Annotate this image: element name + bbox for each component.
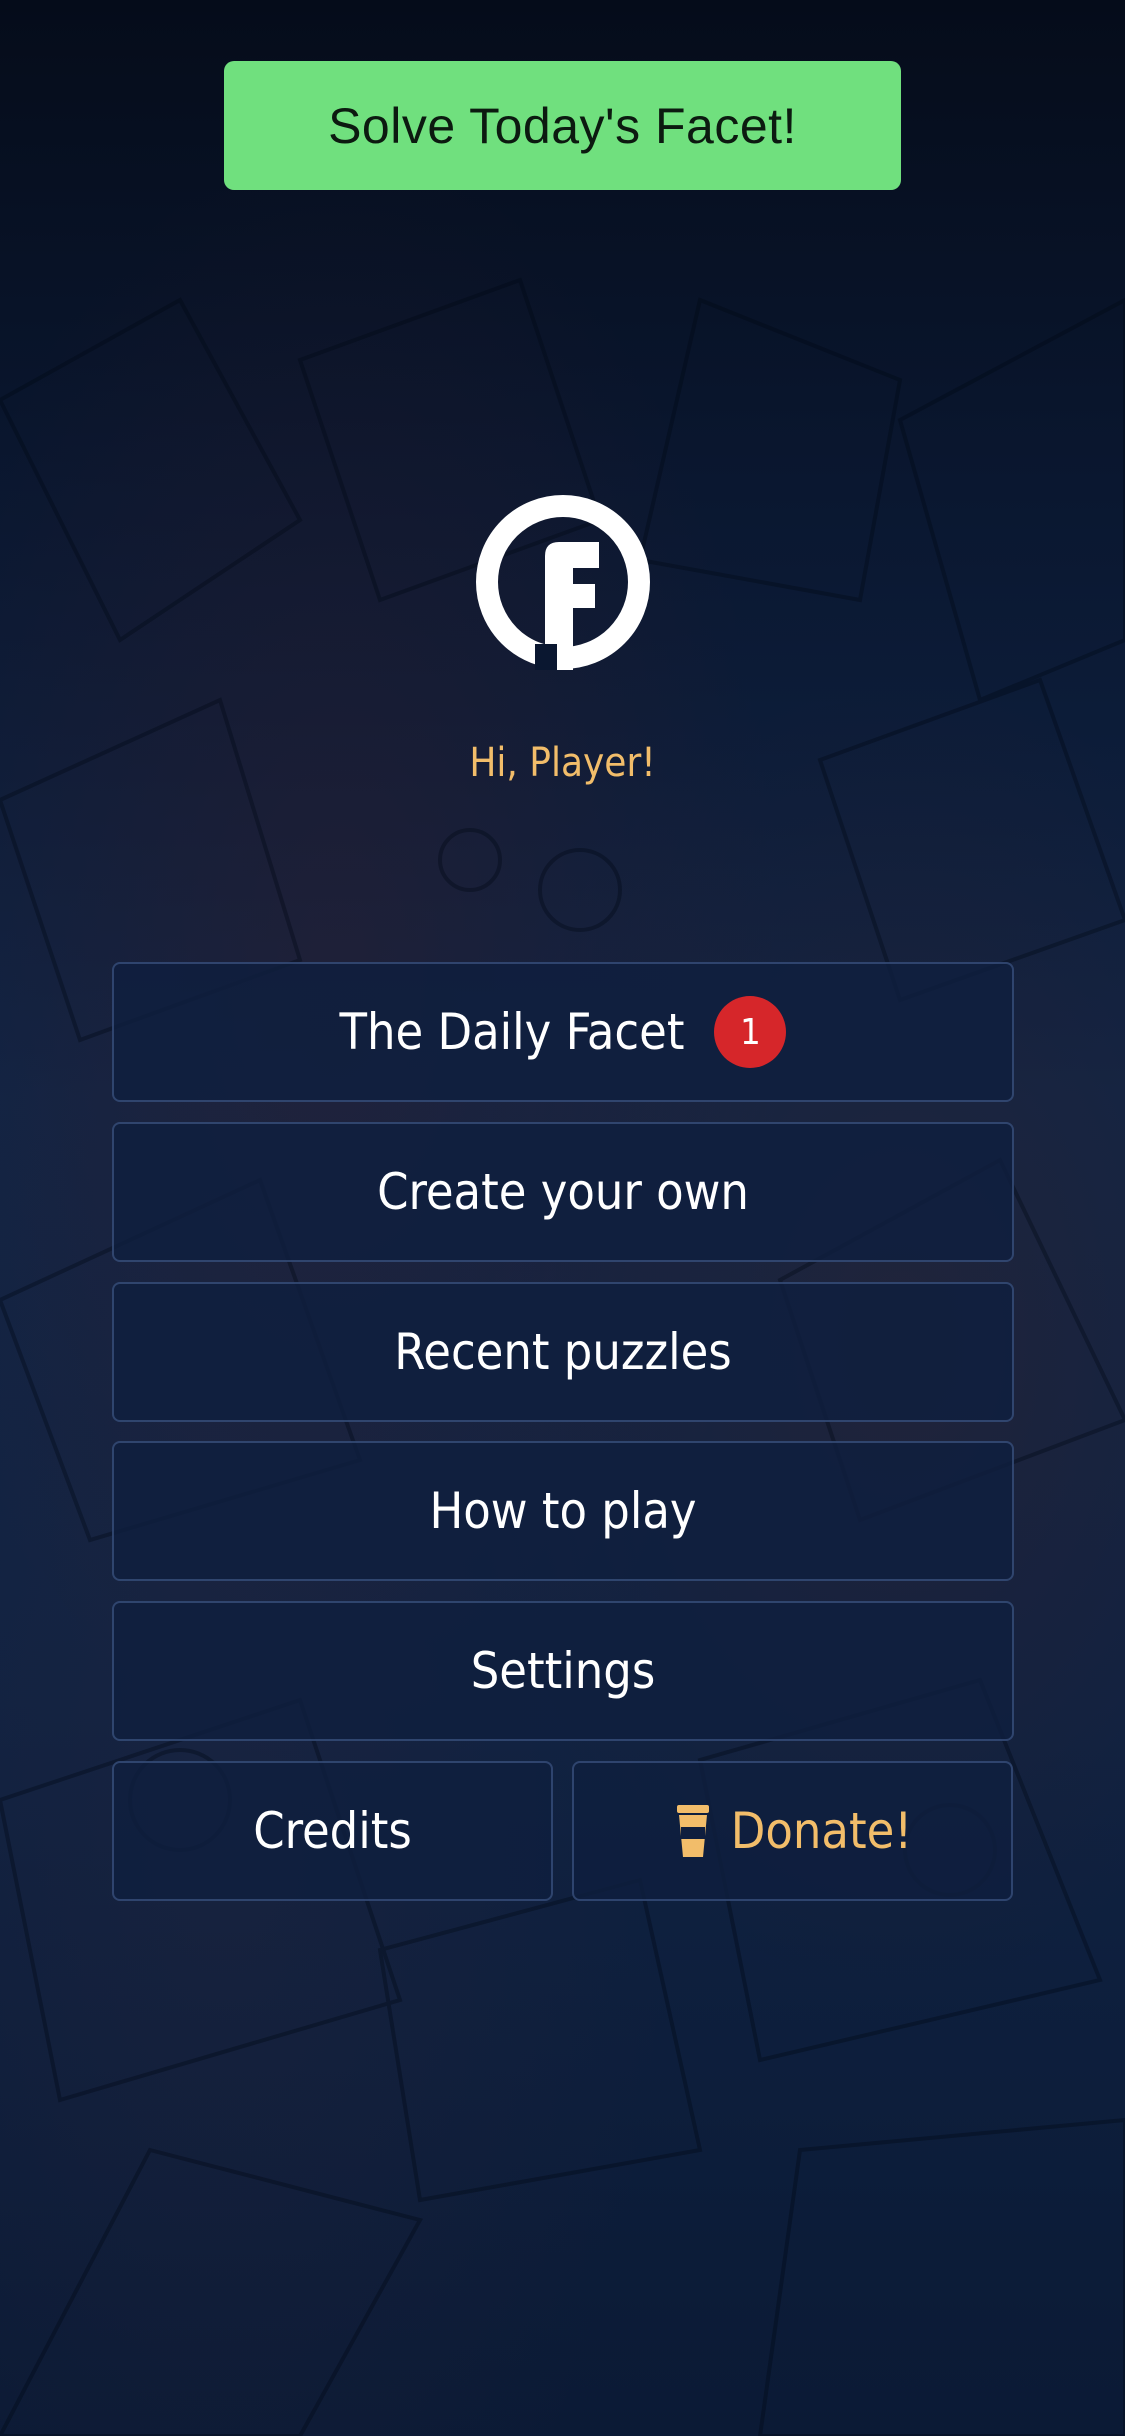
- settings-label: Settings: [470, 1642, 656, 1700]
- daily-facet-button[interactable]: The Daily Facet 1: [112, 962, 1014, 1102]
- how-to-play-button[interactable]: How to play: [112, 1441, 1014, 1581]
- greeting-text: Hi, Player!: [469, 740, 656, 786]
- how-to-play-label: How to play: [429, 1482, 697, 1540]
- recent-puzzles-button[interactable]: Recent puzzles: [112, 1282, 1014, 1422]
- facet-logo-icon: [476, 495, 650, 670]
- donate-label: Donate!: [730, 1802, 913, 1860]
- daily-facet-label: The Daily Facet: [339, 1003, 685, 1061]
- credits-button[interactable]: Credits: [112, 1761, 553, 1901]
- donate-button[interactable]: Donate!: [572, 1761, 1013, 1901]
- solve-today-button[interactable]: Solve Today's Facet!: [224, 61, 901, 190]
- coffee-cup-icon: [676, 1805, 709, 1857]
- notification-badge: 1: [714, 996, 787, 1068]
- settings-button[interactable]: Settings: [112, 1601, 1014, 1741]
- recent-puzzles-label: Recent puzzles: [394, 1323, 732, 1381]
- create-your-own-button[interactable]: Create your own: [112, 1122, 1014, 1262]
- create-your-own-label: Create your own: [377, 1163, 749, 1221]
- credits-label: Credits: [253, 1802, 412, 1860]
